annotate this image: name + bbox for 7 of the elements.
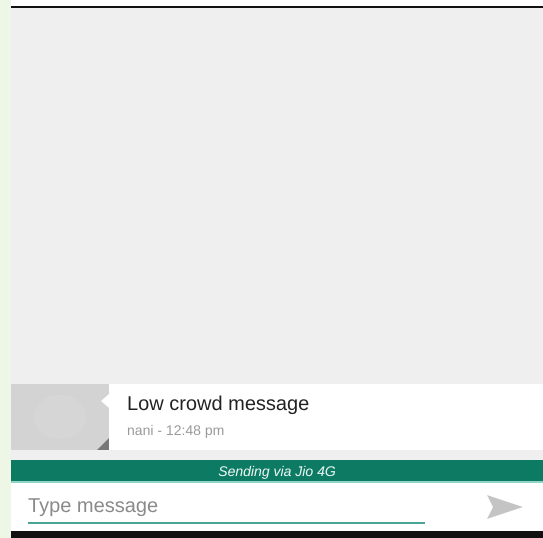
message-composer[interactable]: Type message [11,483,543,531]
avatar-icon [11,384,109,450]
message-input[interactable]: Type message [28,490,425,524]
status-text: Sending via Jio 4G [218,462,336,478]
message-text: Low crowd message [127,393,310,416]
message-meta: nani - 12:48 pm [127,422,226,438]
send-icon[interactable] [485,493,525,521]
